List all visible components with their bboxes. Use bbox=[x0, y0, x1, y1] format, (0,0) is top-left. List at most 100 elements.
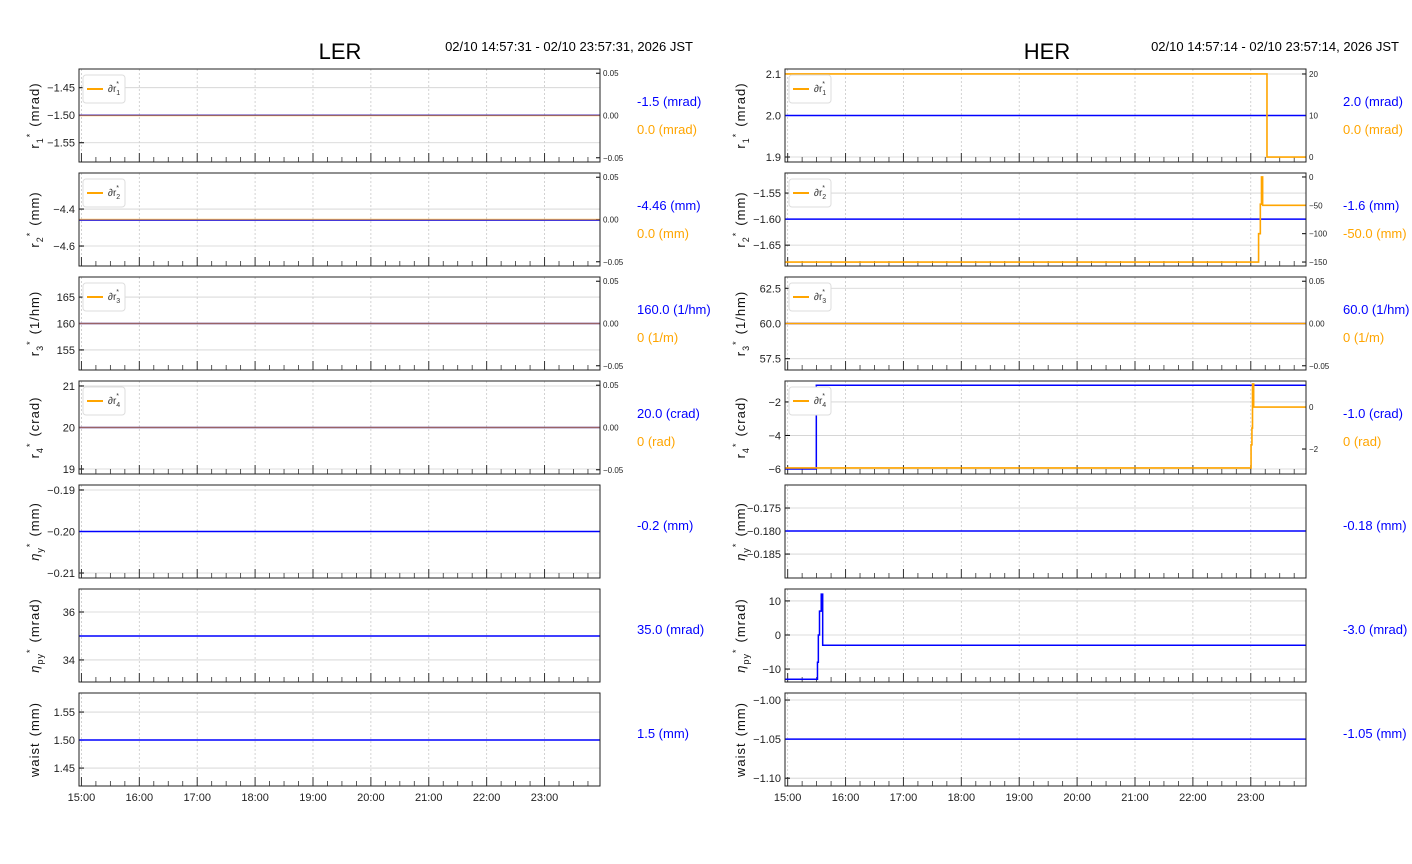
x-tick-label: 19:00 bbox=[1005, 792, 1033, 804]
current-value-label: -1.6 (mm) bbox=[1343, 198, 1399, 213]
legend-subscript: 1 bbox=[822, 90, 826, 97]
y-label-subscript: 1 bbox=[741, 137, 751, 143]
y-label-symbol: η bbox=[733, 553, 748, 561]
x-tick-label: 15:00 bbox=[774, 792, 802, 804]
right-y-tick-label: −0.05 bbox=[603, 466, 624, 475]
current-value-label: 0 (1/m) bbox=[1343, 330, 1384, 345]
legend-subscript: 2 bbox=[116, 194, 120, 201]
y-tick-label: 1.55 bbox=[54, 707, 75, 719]
legend-star: * bbox=[116, 289, 119, 296]
y-label-symbol: waist bbox=[27, 742, 42, 778]
x-tick-label: 23:00 bbox=[531, 792, 559, 804]
time-range: 02/10 14:57:31 - 02/10 23:57:31, 2026 JS… bbox=[445, 39, 693, 54]
y-label-star: * bbox=[731, 443, 741, 448]
legend-star: * bbox=[822, 81, 825, 88]
y-label-subscript: y bbox=[741, 547, 751, 553]
x-tick-label: 16:00 bbox=[832, 792, 860, 804]
right-y-tick-label: 0 bbox=[1309, 153, 1314, 162]
x-tick-label: 17:00 bbox=[183, 792, 211, 804]
x-tick-label: 17:00 bbox=[890, 792, 918, 804]
current-value-label: 160.0 (1/hm) bbox=[637, 302, 711, 317]
x-tick-label: 22:00 bbox=[473, 792, 501, 804]
current-value-label: 0.0 (mrad) bbox=[1343, 122, 1403, 137]
y-axis-label: r2*(mm) bbox=[25, 191, 45, 247]
y-tick-label: 60.0 bbox=[760, 319, 781, 331]
legend-subscript: 3 bbox=[822, 298, 826, 305]
y-label-unit: (1/hm) bbox=[733, 291, 748, 335]
right-y-tick-label: 0.00 bbox=[603, 112, 619, 121]
panel: −1.00 −1.05 −1.10 waist (mm) -1.05 (mm) bbox=[733, 692, 1407, 787]
column-title: HER bbox=[1024, 39, 1070, 64]
y-tick-label: −0.180 bbox=[747, 526, 781, 538]
y-tick-label: −1.55 bbox=[47, 138, 75, 150]
y-axis-label: r2*(mm) bbox=[731, 191, 751, 247]
right-y-tick-label: 0.00 bbox=[603, 424, 619, 433]
x-tick-label: 16:00 bbox=[126, 792, 154, 804]
current-value-label: 0.0 (mm) bbox=[637, 226, 689, 241]
panel: −0.19 −0.20 −0.21 ηy* (mm) -0.2 (mm) bbox=[25, 484, 693, 580]
legend: ∂r1* bbox=[82, 74, 126, 104]
y-axis-label: r3*(1/hm) bbox=[25, 291, 45, 356]
current-value-label: -0.2 (mm) bbox=[637, 518, 693, 533]
panel: −1.45−1.50−1.550.050.00−0.05∂r1*r1*(mrad… bbox=[25, 68, 701, 163]
y-axis-label: ηy* (mm) bbox=[25, 502, 45, 561]
y-tick-label: −1.60 bbox=[753, 214, 781, 226]
y-label-star: * bbox=[25, 232, 35, 237]
right-y-tick-label: 0.00 bbox=[603, 320, 619, 329]
y-label-unit: (mrad) bbox=[733, 82, 748, 126]
y-label-subscript: 2 bbox=[35, 236, 45, 242]
y-axis-label: r4*(crad) bbox=[731, 397, 751, 459]
panel: 2120190.050.00−0.05∂r4*r4*(crad) 20.0 (cr… bbox=[25, 380, 700, 476]
panel: 36 34 ηpy* (mrad) 35.0 (mrad) bbox=[25, 588, 704, 683]
y-label-subscript: 4 bbox=[741, 447, 751, 453]
current-value-label: -1.5 (mrad) bbox=[637, 94, 701, 109]
y-tick-label: 36 bbox=[63, 607, 75, 619]
y-label-symbol: η bbox=[733, 665, 748, 673]
right-y-tick-label: −150 bbox=[1309, 258, 1328, 267]
current-value-label: -4.46 (mm) bbox=[637, 198, 701, 213]
x-tick-label: 18:00 bbox=[948, 792, 976, 804]
right-y-tick-label: −0.05 bbox=[603, 154, 624, 163]
right-y-tick-label: 0.05 bbox=[603, 277, 619, 286]
y-axis-label: waist (mm) bbox=[27, 702, 42, 778]
legend-star: * bbox=[116, 185, 119, 192]
y-label-unit: (mm) bbox=[27, 502, 42, 536]
right-y-tick-label: −100 bbox=[1309, 230, 1328, 239]
right-y-tick-label: −0.05 bbox=[603, 362, 624, 371]
legend-subscript: 1 bbox=[116, 90, 120, 97]
y-label-unit: (mrad) bbox=[27, 82, 42, 126]
panel: −1.55−1.60−1.650−50−100−150∂r2*r2*(mm) -1… bbox=[731, 172, 1407, 267]
ler-column: LER 02/10 14:57:31 - 02/10 23:57:31, 2026… bbox=[25, 39, 711, 804]
legend-subscript: 2 bbox=[822, 194, 826, 201]
right-y-tick-label: −0.05 bbox=[1309, 362, 1330, 371]
panel: 2.12.01.920100∂r1*r1*(mrad) 2.0 (mrad)0.0… bbox=[731, 68, 1403, 164]
panel: −2−4−60−2∂r4*r4*(crad) -1.0 (crad)0 (rad) bbox=[731, 380, 1403, 476]
y-tick-label: 20 bbox=[63, 423, 75, 435]
y-label-subscript: 1 bbox=[35, 137, 45, 143]
current-value-label: -3.0 (mrad) bbox=[1343, 622, 1407, 637]
x-tick-label: 21:00 bbox=[415, 792, 443, 804]
right-y-tick-label: 0.05 bbox=[1309, 277, 1325, 286]
x-tick-label: 21:00 bbox=[1121, 792, 1149, 804]
x-tick-label: 15:00 bbox=[68, 792, 96, 804]
y-label-subscript: 4 bbox=[35, 447, 45, 453]
right-y-tick-label: 20 bbox=[1309, 70, 1318, 79]
y-tick-label: 1.9 bbox=[766, 152, 781, 164]
x-tick-label: 20:00 bbox=[1063, 792, 1091, 804]
y-tick-label: 10 bbox=[769, 596, 781, 608]
legend-star: * bbox=[822, 289, 825, 296]
y-tick-label: −0.20 bbox=[47, 527, 75, 539]
series-line-eta_py* bbox=[785, 593, 1306, 681]
y-tick-label: −0.185 bbox=[747, 549, 781, 561]
y-axis-label: r3*(1/hm) bbox=[731, 291, 751, 356]
y-label-unit: (1/hm) bbox=[27, 291, 42, 335]
y-tick-label: −1.65 bbox=[753, 240, 781, 252]
y-label-star: * bbox=[25, 543, 35, 548]
y-label-subscript: 3 bbox=[741, 345, 751, 351]
y-label-star: * bbox=[25, 133, 35, 138]
y-label-unit: (mm) bbox=[27, 191, 42, 225]
y-label-star: * bbox=[731, 232, 741, 237]
y-label-unit: (mm) bbox=[27, 702, 42, 736]
x-tick-label: 20:00 bbox=[357, 792, 385, 804]
y-tick-label: −0.19 bbox=[47, 485, 75, 497]
